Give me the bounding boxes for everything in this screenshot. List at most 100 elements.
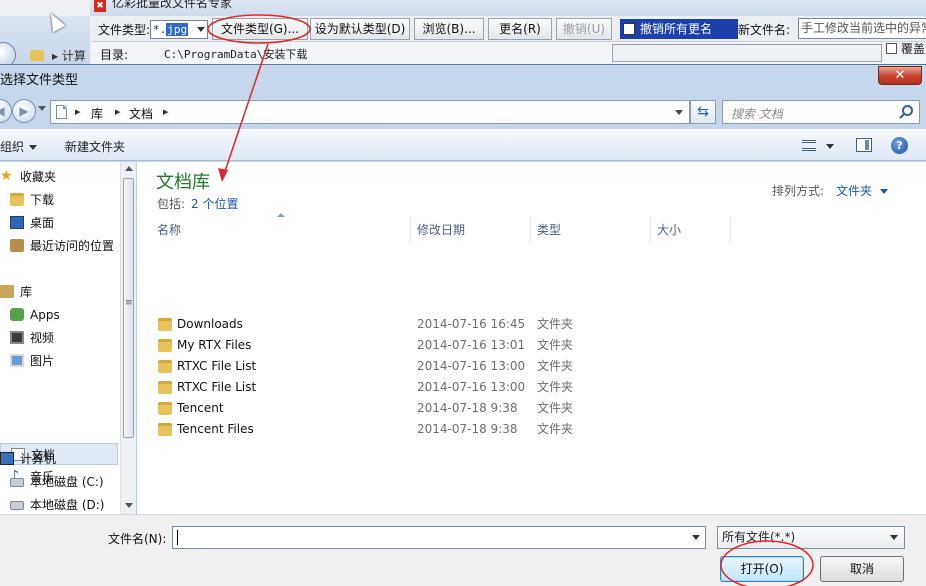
help-icon[interactable]: ? xyxy=(891,137,908,154)
chevron-down-icon[interactable] xyxy=(197,27,205,32)
close-icon: ✕ xyxy=(894,68,906,83)
table-row[interactable]: My RTX Files 2014-07-16 13:01 文件夹 xyxy=(137,335,737,356)
file-list-pane: 文档库 包括: 2 个位置 排列方式: 文件夹 名称 修改日期 类型 大小 Dow… xyxy=(137,162,926,514)
checkbox-box[interactable] xyxy=(623,23,635,35)
refresh-button[interactable]: ⇆ xyxy=(690,100,716,124)
view-options-icon[interactable] xyxy=(802,140,816,151)
search-placeholder: 搜索 文档 xyxy=(731,107,783,121)
file-date: 2014-07-18 9:38 xyxy=(417,422,518,436)
navigation-row: ◀ ▶ ▸ 库 ▸ 文档 ▸ ⇆ 搜索 文档 xyxy=(0,97,926,127)
chevron-down-icon[interactable] xyxy=(826,144,834,149)
nav-item-apps[interactable]: Apps xyxy=(0,304,118,326)
library-locations-link[interactable]: 2 个位置 xyxy=(191,197,238,211)
apps-icon xyxy=(10,308,24,321)
directory-value: C:\ProgramData\安装下载 xyxy=(164,48,308,61)
video-icon xyxy=(10,331,24,344)
table-row[interactable]: Tencent Files 2014-07-18 9:38 文件夹 xyxy=(137,419,737,440)
file-date: 2014-07-16 13:00 xyxy=(417,380,526,394)
location-icon xyxy=(56,105,67,119)
breadcrumb-separator[interactable]: ▸ xyxy=(115,105,121,118)
table-row[interactable]: RTXC File List 2014-07-16 13:00 文件夹 xyxy=(137,356,737,377)
breadcrumb-separator[interactable]: ▸ xyxy=(163,105,169,118)
file-type: 文件夹 xyxy=(537,401,574,415)
undo-all-checkbox[interactable]: 撤销所有更名 xyxy=(620,19,738,39)
downloads-folder-icon xyxy=(10,193,24,206)
cancel-button[interactable]: 取消 xyxy=(820,556,904,582)
nav-item-recent-places[interactable]: 最近访问的位置 xyxy=(0,235,118,257)
overwrite-checkbox[interactable]: 覆盖 xyxy=(886,40,925,57)
rename-button[interactable]: 更名(R) xyxy=(488,18,552,40)
arrange-by-dropdown[interactable]: 文件夹 xyxy=(836,182,889,199)
chevron-down-icon[interactable] xyxy=(675,110,683,115)
new-name-input[interactable]: 手工修改当前选中的异常 xyxy=(798,18,926,39)
new-folder-button[interactable]: 新建文件夹 xyxy=(65,138,125,155)
column-header-size[interactable]: 大小 xyxy=(657,218,731,242)
breadcrumb-separator[interactable]: ▸ xyxy=(75,105,81,118)
nav-item-videos[interactable]: 视频 xyxy=(0,327,118,349)
breadcrumb-documents[interactable]: 文档 xyxy=(129,105,153,122)
preview-pane-icon[interactable] xyxy=(856,138,872,152)
recent-pages-dropdown[interactable] xyxy=(38,106,46,111)
refresh-icon: ⇆ xyxy=(697,104,709,120)
table-row[interactable]: Tencent 2014-07-18 9:38 文件夹 xyxy=(137,398,737,419)
library-title: 文档库 xyxy=(156,172,210,193)
library-icon xyxy=(0,285,14,298)
file-type-combo[interactable]: *.jpg xyxy=(150,20,208,39)
nav-item-libraries[interactable]: 库 xyxy=(0,281,118,303)
chevron-down-icon[interactable] xyxy=(692,535,700,540)
folder-icon xyxy=(30,50,44,61)
forward-button[interactable]: ▶ xyxy=(12,99,36,123)
table-row[interactable]: RTXC File List 2014-07-16 13:00 文件夹 xyxy=(137,377,737,398)
column-header-type[interactable]: 类型 xyxy=(537,218,651,242)
set-default-type-button[interactable]: 设为默认类型(D) xyxy=(310,18,410,40)
grip-icon: ≡ xyxy=(125,298,133,308)
file-open-dialog: 选择文件类型 ✕ ◀ ▶ ▸ 库 ▸ 文档 ▸ ⇆ 搜索 文档 组织 新建文件夹… xyxy=(0,64,926,586)
file-type-filter-select[interactable]: 所有文件(*.*) xyxy=(717,526,905,549)
nav-item-favorites[interactable]: ★ 收藏夹 xyxy=(0,166,118,188)
nav-item-desktop[interactable]: 桌面 xyxy=(0,212,118,234)
search-icon[interactable] xyxy=(902,105,913,116)
open-button[interactable]: 打开(O) xyxy=(720,556,804,582)
browse-button[interactable]: 浏览(B)... xyxy=(414,18,484,40)
background-explorer-strip: ▸ 计算 xyxy=(0,16,90,68)
pictures-icon xyxy=(10,354,24,367)
nav-item-disk-c[interactable]: 本地磁盘 (C:) xyxy=(0,471,118,493)
breadcrumb-library[interactable]: 库 xyxy=(91,105,103,122)
directory-row: 目录: C:\ProgramData\安装下载 覆盖 xyxy=(92,42,926,66)
file-type: 文件夹 xyxy=(537,338,574,352)
dialog-title: 选择文件类型 xyxy=(0,73,79,88)
directory-label: 目录: xyxy=(100,48,129,62)
nav-item-disk-d[interactable]: 本地磁盘 (D:) xyxy=(0,494,118,516)
background-explorer-crumb[interactable]: ▸ 计算 xyxy=(52,47,86,64)
search-input[interactable]: 搜索 文档 xyxy=(722,100,920,124)
background-toolbar: 文件类型: *.jpg 文件类型(G)... 设为默认类型(D) 浏览(B)..… xyxy=(92,16,926,42)
address-bar[interactable]: ▸ 库 ▸ 文档 ▸ xyxy=(50,100,690,124)
file-type-button[interactable]: 文件类型(G)... xyxy=(212,18,308,40)
file-type: 文件夹 xyxy=(537,380,574,394)
file-date: 2014-07-16 13:01 xyxy=(417,338,526,352)
undo-button[interactable]: 撤销(U) xyxy=(556,18,612,40)
disk-icon xyxy=(10,478,24,487)
file-name: My RTX Files xyxy=(177,338,252,352)
navigation-scrollbar[interactable]: ≡ xyxy=(120,162,136,514)
new-name-label: 新文件名: xyxy=(738,23,791,37)
organize-button[interactable]: 组织 xyxy=(0,138,38,155)
table-row[interactable]: Downloads 2014-07-16 16:45 文件夹 xyxy=(137,314,737,335)
file-name-input[interactable] xyxy=(172,526,706,549)
nav-item-computer[interactable]: 计算机 xyxy=(0,448,118,470)
close-button[interactable]: ✕ xyxy=(878,66,922,85)
back-button[interactable]: ◀ xyxy=(0,99,12,123)
app-logo-icon: ✖ xyxy=(94,0,106,12)
arrange-by-label: 排列方式: xyxy=(772,184,825,198)
scroll-up-icon[interactable] xyxy=(125,166,133,171)
scroll-down-icon[interactable] xyxy=(125,503,133,508)
folder-icon xyxy=(158,381,172,394)
column-header-date[interactable]: 修改日期 xyxy=(417,218,531,242)
file-name: RTXC File List xyxy=(177,359,257,373)
nav-item-pictures[interactable]: 图片 xyxy=(0,350,118,372)
nav-item-downloads[interactable]: 下载 xyxy=(0,189,118,211)
recent-places-icon xyxy=(10,239,24,252)
column-header-name[interactable]: 名称 xyxy=(157,218,411,242)
folder-icon xyxy=(158,360,172,373)
scrollbar-thumb[interactable] xyxy=(123,178,134,438)
